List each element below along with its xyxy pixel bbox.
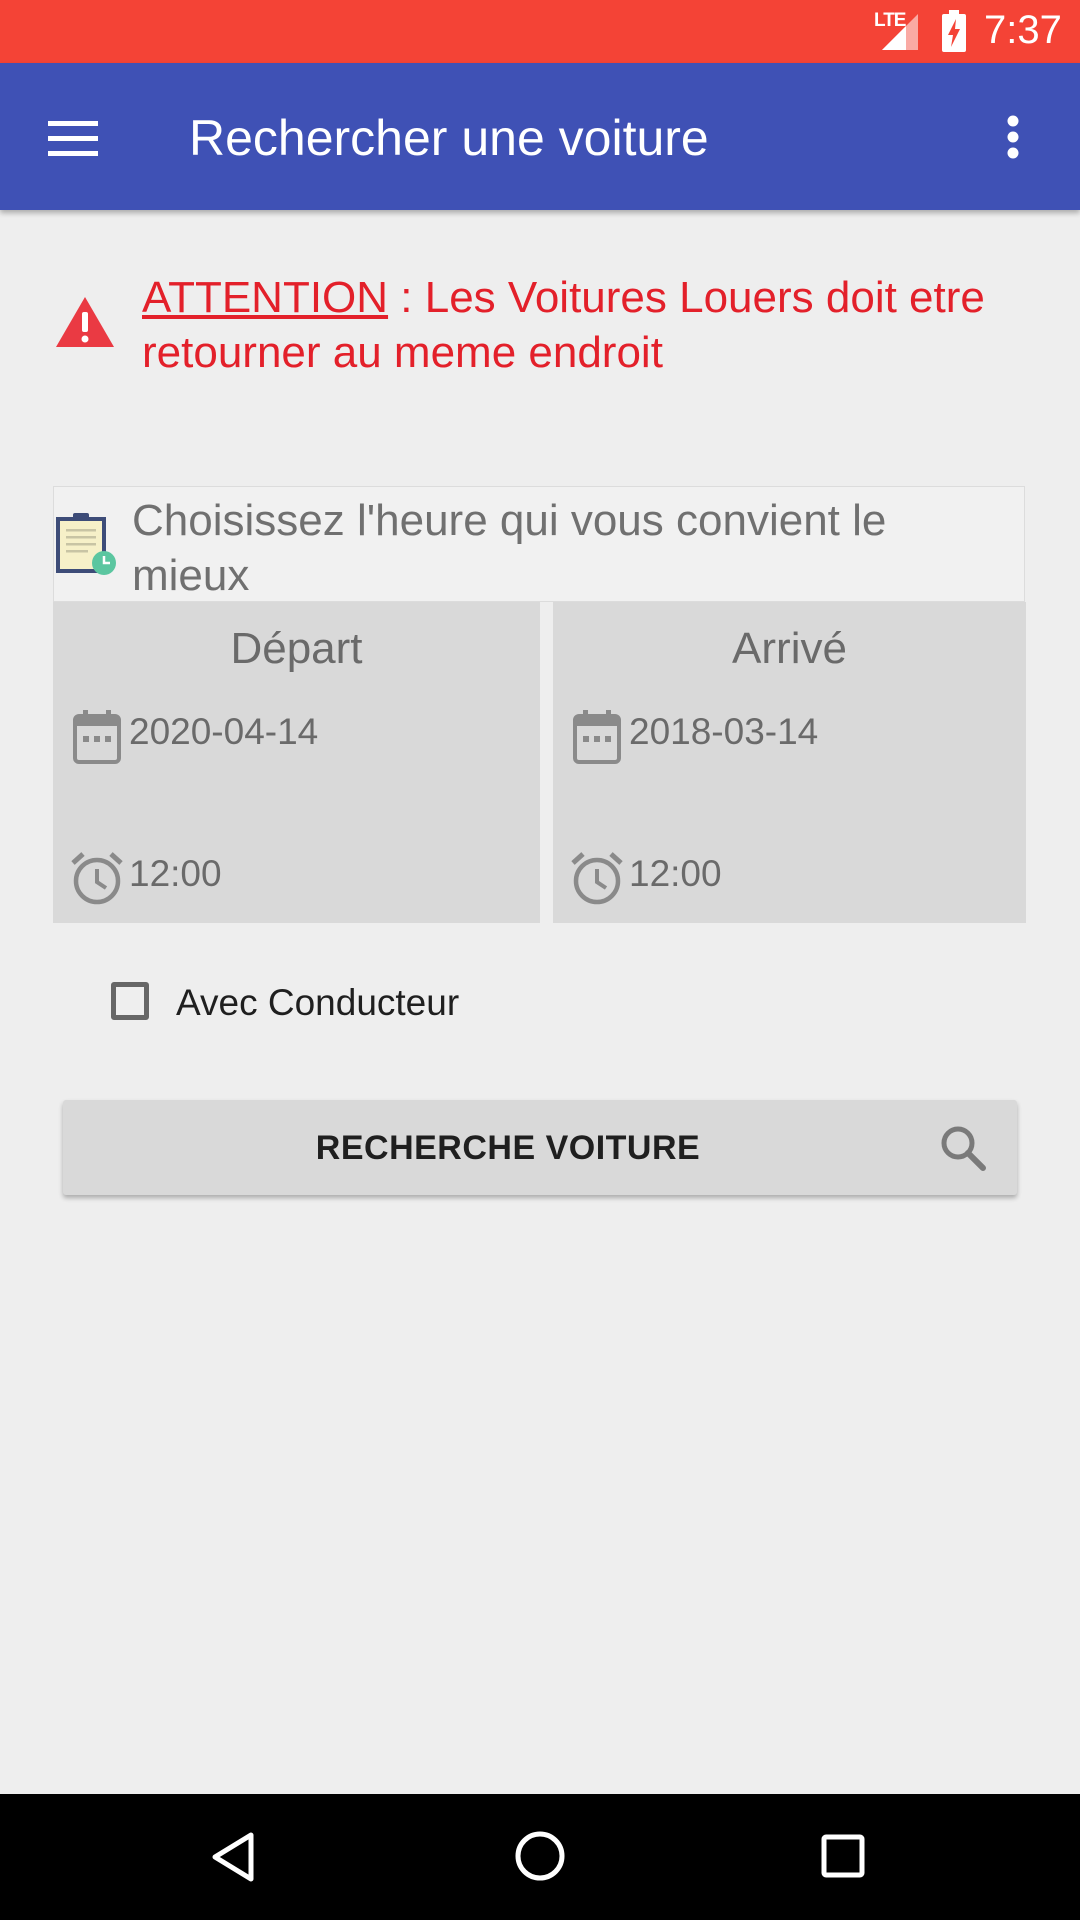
- driver-checkbox-label[interactable]: Avec Conducteur: [176, 982, 459, 1024]
- home-icon[interactable]: [514, 1830, 566, 1882]
- arrival-panel: Arrivé 2018-03-14 12:00: [553, 602, 1026, 923]
- screen: LTE 7:37 Rechercher une voiture ATTENTIO…: [0, 0, 1080, 1920]
- calendar-icon[interactable]: [73, 710, 121, 764]
- clipboard-clock-icon: [56, 513, 116, 575]
- hamburger-menu-icon[interactable]: [48, 119, 98, 157]
- recents-icon[interactable]: [821, 1834, 865, 1878]
- warning-label: ATTENTION: [142, 273, 389, 322]
- app-bar: Rechercher une voiture: [0, 63, 1080, 210]
- driver-checkbox[interactable]: [111, 982, 149, 1020]
- departure-panel: Départ 2020-04-14 12:00: [53, 602, 540, 923]
- status-bar: LTE 7:37: [0, 0, 1080, 63]
- search-car-button[interactable]: RECHERCHE VOITURE: [63, 1100, 1017, 1195]
- warning-message: ATTENTION : Les Voitures Louers doit etr…: [142, 270, 1052, 380]
- arrival-title: Arrivé: [732, 624, 847, 673]
- arrival-time[interactable]: 12:00: [629, 853, 722, 895]
- alarm-clock-icon[interactable]: [69, 850, 125, 906]
- more-vert-icon[interactable]: [1006, 115, 1020, 159]
- warning-triangle-icon: [56, 297, 114, 347]
- search-car-button-label: RECHERCHE VOITURE: [315, 1129, 701, 1167]
- clock-time: 7:37: [984, 8, 1062, 52]
- time-selection-header-text: Choisissez l'heure qui vous convient le …: [132, 496, 887, 600]
- departure-date[interactable]: 2020-04-14: [129, 711, 318, 753]
- arrival-date[interactable]: 2018-03-14: [629, 711, 818, 753]
- departure-time[interactable]: 12:00: [129, 853, 222, 895]
- navigation-bar: [0, 1794, 1080, 1920]
- back-icon[interactable]: [210, 1831, 256, 1883]
- cell-signal-icon: [882, 14, 918, 50]
- calendar-icon[interactable]: [573, 710, 621, 764]
- search-icon: [941, 1126, 986, 1171]
- time-selection-header: Choisissez l'heure qui vous convient le …: [53, 486, 1025, 602]
- departure-title: Départ: [230, 624, 363, 673]
- page-title: Rechercher une voiture: [189, 110, 709, 166]
- alarm-clock-icon[interactable]: [569, 850, 625, 906]
- battery-charging-icon: [942, 10, 966, 52]
